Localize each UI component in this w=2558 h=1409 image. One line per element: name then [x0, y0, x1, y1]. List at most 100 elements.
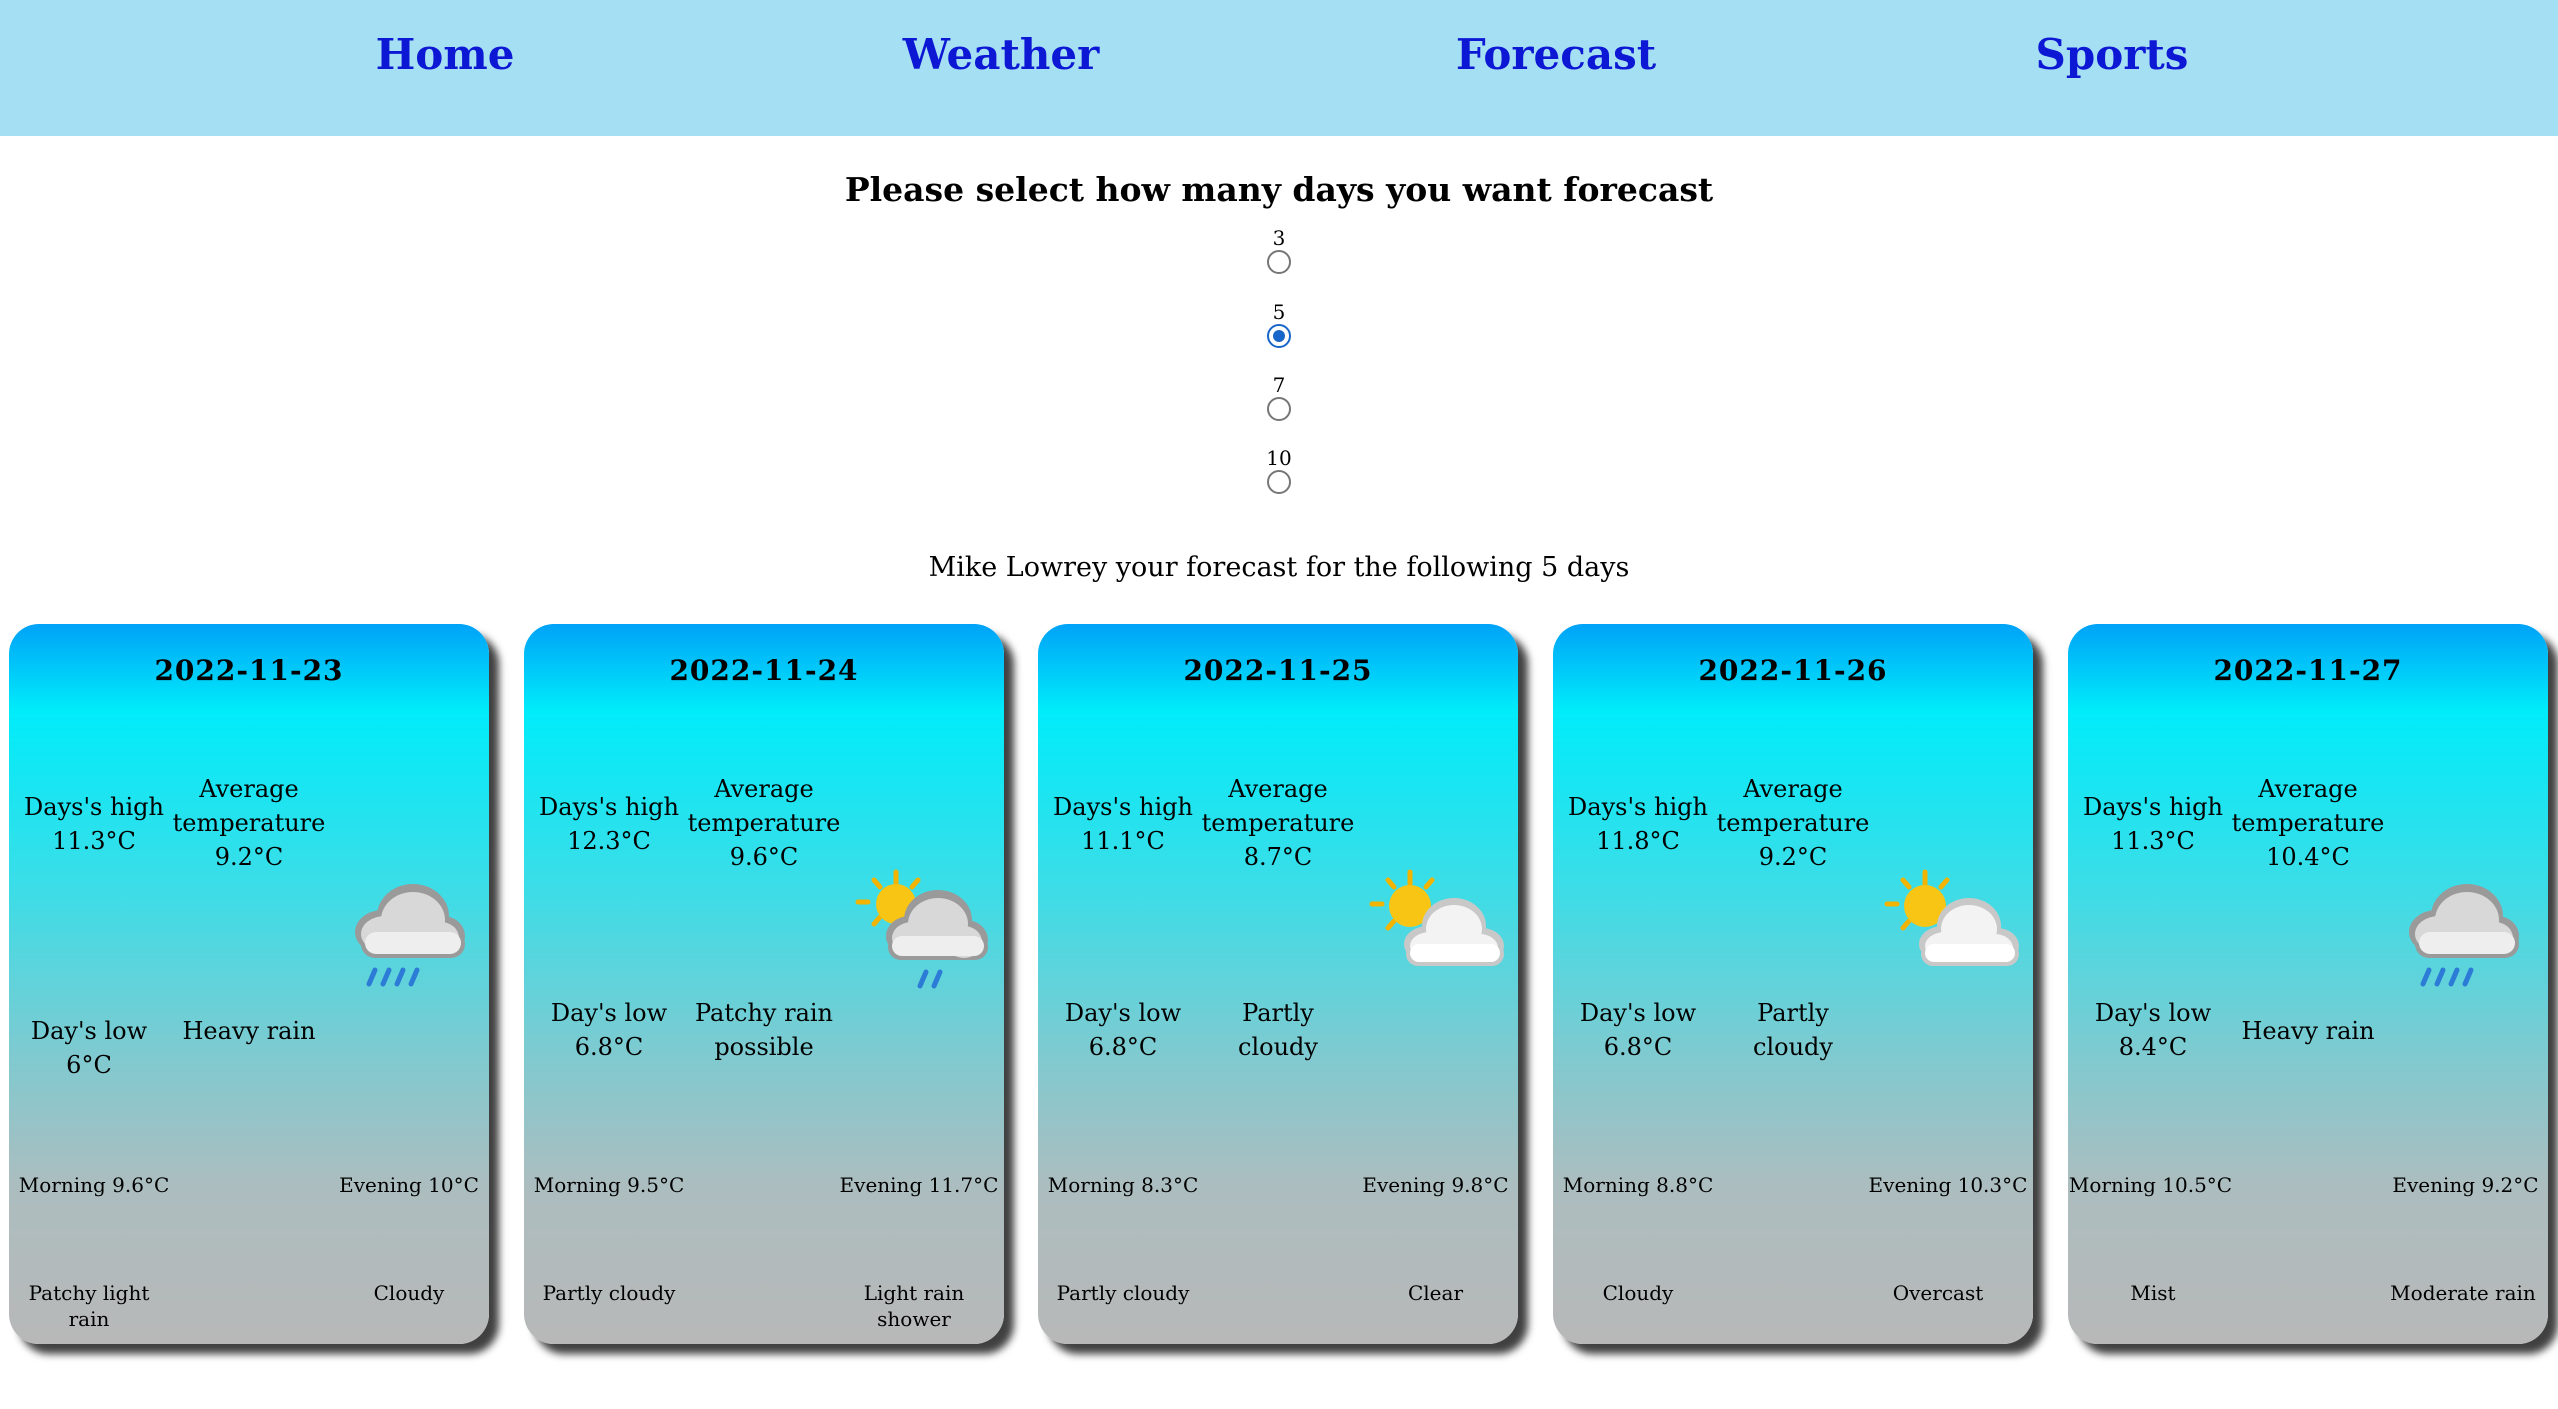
day-condition: Heavy rain: [2241, 1017, 2375, 1045]
days-radio-7[interactable]: [1267, 397, 1291, 421]
day-low-value: 6.8°C: [1603, 1033, 1673, 1061]
forecast-card-2: 2022-11-24 Days's high 12.3°C Average te…: [524, 624, 1004, 1344]
average-temperature: Average temperature 9.2°C: [164, 772, 334, 874]
average-temperature-label: Average temperature: [687, 775, 841, 837]
days-option-3: 3: [1229, 226, 1329, 274]
heavy-rain-icon: [2393, 864, 2533, 994]
average-temperature-value: 9.2°C: [1758, 843, 1828, 871]
day-low-label: Day's low: [550, 999, 668, 1027]
days-option-label: 10: [1266, 446, 1292, 470]
day-high-value: 11.1°C: [1081, 827, 1165, 855]
day-low: Day's low 6°C: [30, 1017, 148, 1079]
morning-condition: Patchy light rain: [28, 1281, 150, 1331]
forecast-subtitle: Mike Lowrey your forecast for the follow…: [928, 552, 1630, 583]
average-temperature: Average temperature 10.4°C: [2223, 772, 2393, 874]
evening-temperature: Evening 9.8°C: [1362, 1173, 1509, 1197]
day-low-label: Day's low: [2094, 999, 2212, 1027]
day-low: Day's low 6.8°C: [529, 996, 689, 1064]
morning-temperature: Morning 10.5°C: [2068, 1173, 2233, 1197]
day-condition: Partly cloudy: [1238, 999, 1318, 1061]
days-option-label: 5: [1272, 300, 1286, 324]
card-date: 2022-11-25: [1183, 654, 1373, 687]
morning-condition: Partly cloudy: [542, 1281, 676, 1305]
day-high-label: Days's high: [1053, 793, 1193, 821]
day-condition: Partly cloudy: [1753, 999, 1833, 1061]
average-temperature-label: Average temperature: [1716, 775, 1870, 837]
evening-condition: Light rain shower: [863, 1281, 965, 1331]
evening-condition: Cloudy: [373, 1281, 445, 1305]
day-high-value: 12.3°C: [567, 827, 651, 855]
day-high: Days's high 11.1°C: [1043, 790, 1203, 858]
day-condition: Heavy rain: [182, 1017, 316, 1045]
day-high-value: 11.8°C: [1596, 827, 1680, 855]
days-radio-3[interactable]: [1267, 250, 1291, 274]
day-low-value: 6.8°C: [574, 1033, 644, 1061]
day-low-label: Day's low: [1064, 999, 1182, 1027]
nav-bar: Home Weather Forecast Sports: [0, 0, 2558, 136]
day-high-label: Days's high: [2083, 793, 2223, 821]
morning-temperature: Morning 9.5°C: [533, 1173, 685, 1197]
day-low-label: Day's low: [1579, 999, 1697, 1027]
evening-condition: Overcast: [1892, 1281, 1984, 1305]
partly-cloudy-icon: [1368, 864, 1508, 994]
day-high-label: Days's high: [539, 793, 679, 821]
forecast-card-1: 2022-11-23 Days's high 11.3°C Average te…: [9, 624, 489, 1344]
day-high-label: Days's high: [24, 793, 164, 821]
days-radio-10[interactable]: [1267, 470, 1291, 494]
average-temperature-label: Average temperature: [172, 775, 326, 837]
morning-condition: Cloudy: [1602, 1281, 1674, 1305]
average-temperature-label: Average temperature: [1201, 775, 1355, 837]
days-option-5: 5: [1229, 300, 1329, 348]
evening-temperature: Evening 10.3°C: [1868, 1173, 2028, 1197]
average-temperature-value: 9.2°C: [214, 843, 284, 871]
card-date: 2022-11-27: [2213, 654, 2403, 687]
days-option-label: 3: [1272, 226, 1286, 250]
average-temperature-label: Average temperature: [2231, 775, 2385, 837]
average-temperature: Average temperature 9.6°C: [679, 772, 849, 874]
nav-forecast-link[interactable]: Forecast: [1356, 30, 1756, 79]
average-temperature-value: 10.4°C: [2266, 843, 2350, 871]
evening-temperature: Evening 9.2°C: [2392, 1173, 2539, 1197]
forecast-card-4: 2022-11-26 Days's high 11.8°C Average te…: [1553, 624, 2033, 1344]
day-condition: Patchy rain possible: [694, 999, 834, 1061]
day-low-value: 8.4°C: [2118, 1033, 2188, 1061]
day-low-value: 6.8°C: [1088, 1033, 1158, 1061]
average-temperature-value: 8.7°C: [1243, 843, 1313, 871]
card-date: 2022-11-24: [669, 654, 859, 687]
morning-temperature: Morning 9.6°C: [18, 1173, 170, 1197]
forecast-card-3: 2022-11-25 Days's high 11.1°C Average te…: [1038, 624, 1518, 1344]
days-option-10: 10: [1229, 446, 1329, 494]
partly-cloudy-icon: [1883, 864, 2023, 994]
average-temperature: Average temperature 9.2°C: [1708, 772, 1878, 874]
evening-condition: Moderate rain: [2390, 1281, 2536, 1305]
forecast-card-5: 2022-11-27 Days's high 11.3°C Average te…: [2068, 624, 2548, 1344]
nav-weather-link[interactable]: Weather: [801, 30, 1201, 79]
heavy-rain-icon: [339, 864, 479, 994]
days-radio-5[interactable]: [1267, 324, 1291, 348]
days-option-label: 7: [1272, 373, 1286, 397]
morning-condition: Mist: [2130, 1281, 2176, 1305]
nav-sports-link[interactable]: Sports: [1912, 30, 2312, 79]
day-high: Days's high 11.8°C: [1558, 790, 1718, 858]
average-temperature: Average temperature 8.7°C: [1193, 772, 1363, 874]
days-option-7: 7: [1229, 373, 1329, 421]
day-low: Day's low 6.8°C: [1043, 996, 1203, 1064]
day-low: Day's low 6.8°C: [1558, 996, 1718, 1064]
nav-home-link[interactable]: Home: [245, 30, 645, 79]
card-date: 2022-11-26: [1698, 654, 1888, 687]
day-high: Days's high 12.3°C: [529, 790, 689, 858]
day-low: Day's low 8.4°C: [2073, 996, 2233, 1064]
morning-temperature: Morning 8.3°C: [1047, 1173, 1199, 1197]
day-high-label: Days's high: [1568, 793, 1708, 821]
evening-condition: Clear: [1407, 1281, 1464, 1305]
average-temperature-value: 9.6°C: [729, 843, 799, 871]
day-high: Days's high 11.3°C: [14, 790, 174, 858]
card-date: 2022-11-23: [154, 654, 344, 687]
sun-cloud-rain-icon: [854, 864, 994, 994]
morning-condition: Partly cloudy: [1056, 1281, 1190, 1305]
evening-temperature: Evening 10°C: [339, 1173, 479, 1197]
day-high-value: 11.3°C: [2111, 827, 2195, 855]
evening-temperature: Evening 11.7°C: [839, 1173, 999, 1197]
morning-temperature: Morning 8.8°C: [1562, 1173, 1714, 1197]
day-high: Days's high 11.3°C: [2073, 790, 2233, 858]
